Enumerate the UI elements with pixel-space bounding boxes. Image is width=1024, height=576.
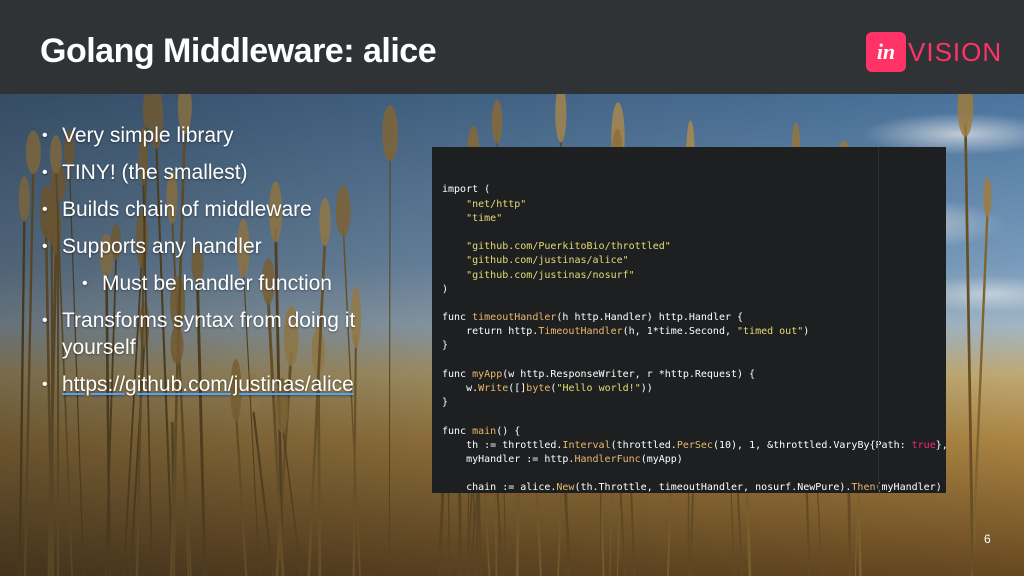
code-line: return http.TimeoutHandler(h, 1*time.Sec… xyxy=(442,326,810,338)
bullet-item-link: https://github.com/justinas/alice xyxy=(40,371,400,398)
code-line: ) xyxy=(442,283,449,295)
code-line: func main() { xyxy=(442,425,521,437)
code-line: "github.com/PuerkitoBio/throttled" xyxy=(466,241,671,253)
code-snippet: import ( "net/http" "time" "github.com/P… xyxy=(432,147,946,493)
code-line: "github.com/justinas/nosurf" xyxy=(466,269,635,281)
code-line: "time" xyxy=(466,212,503,224)
code-line: } xyxy=(442,340,449,352)
code-line: func myApp(w http.ResponseWriter, r *htt… xyxy=(442,368,756,380)
logo-mark: in xyxy=(866,32,906,72)
title-bar: Golang Middleware: alice in VISION xyxy=(0,0,1024,94)
slide-title: Golang Middleware: alice xyxy=(40,32,437,70)
code-line: } xyxy=(442,397,449,409)
code-guide-rule xyxy=(878,147,879,493)
github-link[interactable]: https://github.com/justinas/alice xyxy=(62,373,354,396)
logo-text: VISION xyxy=(908,36,1003,67)
bullet-item: Very simple library xyxy=(40,122,400,149)
bullet-item: Transforms syntax from doing it yourself xyxy=(40,307,400,361)
code-line: import ( xyxy=(442,184,491,196)
bullet-list: Very simple library TINY! (the smallest)… xyxy=(40,122,400,408)
page-number: 6 xyxy=(984,532,991,546)
sub-bullet-item: Must be handler function xyxy=(80,270,400,297)
code-line: th := throttled.Interval(throttled.PerSe… xyxy=(442,439,946,451)
code-line: "net/http" xyxy=(466,198,527,210)
code-line: "github.com/justinas/alice" xyxy=(466,255,629,267)
bullet-item: TINY! (the smallest) xyxy=(40,159,400,186)
invision-logo: in VISION xyxy=(866,32,1002,72)
bullet-item: Builds chain of middleware xyxy=(40,196,400,223)
code-line: myHandler := http.HandlerFunc(myApp) xyxy=(442,453,683,465)
code-line: func timeoutHandler(h http.Handler) http… xyxy=(442,312,744,324)
code-line: w.Write([]byte("Hello world!")) xyxy=(442,383,653,395)
code-line: chain := alice.New(th.Throttle, timeoutH… xyxy=(442,482,942,493)
bullet-item: Supports any handler xyxy=(40,233,400,260)
